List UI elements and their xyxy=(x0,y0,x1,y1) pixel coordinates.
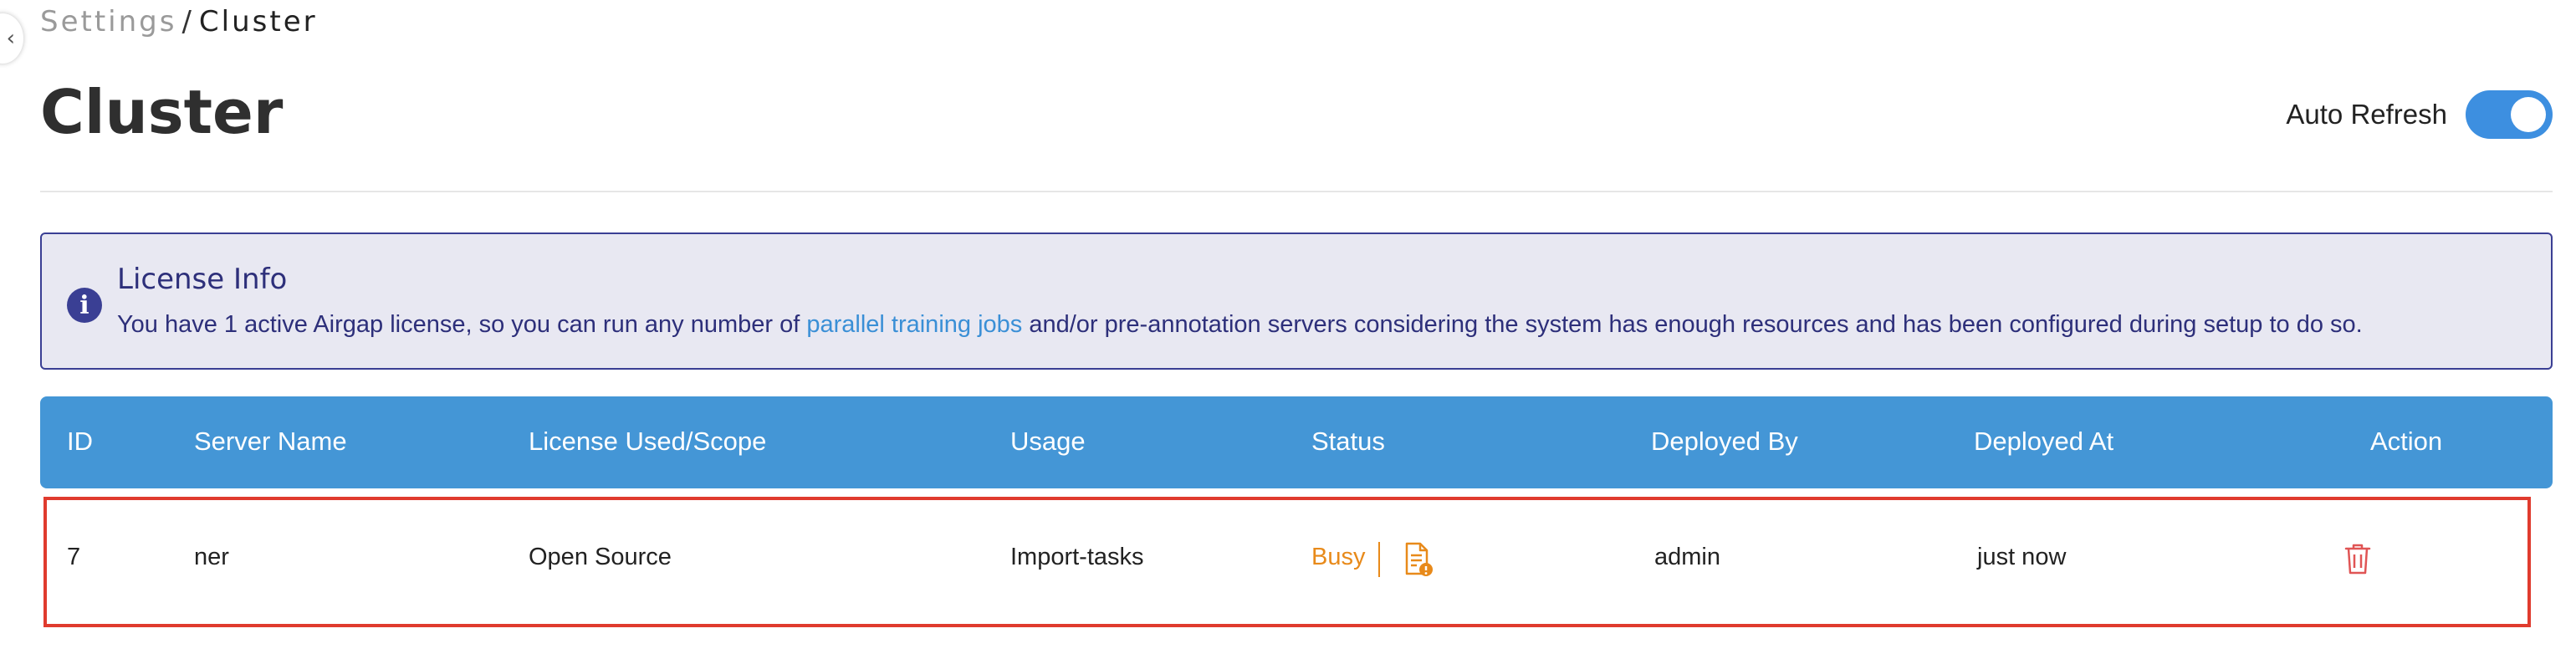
cell-deployed-at: just now xyxy=(1977,544,2067,570)
cell-deployed-by: admin xyxy=(1654,544,1720,570)
license-info-title: License Info xyxy=(117,263,288,296)
auto-refresh-toggle[interactable] xyxy=(2466,90,2553,139)
license-info-text-after: and/or pre-annotation servers considerin… xyxy=(1022,311,2363,338)
info-icon: i xyxy=(67,288,102,323)
header-divider xyxy=(40,191,2553,192)
page-title: Cluster xyxy=(40,77,284,147)
status-badge: Busy xyxy=(1311,544,1366,570)
document-icon[interactable] xyxy=(1403,542,1434,577)
column-header-id: ID xyxy=(67,427,93,456)
toggle-knob xyxy=(2511,97,2546,132)
cell-license: Open Source xyxy=(529,544,672,570)
sidebar-collapse-button[interactable]: ‹ xyxy=(0,13,23,64)
license-info-text-before: You have 1 active Airgap license, so you… xyxy=(117,311,807,338)
column-header-action: Action xyxy=(2370,427,2443,456)
breadcrumb-settings-link[interactable]: Settings xyxy=(40,5,176,38)
column-header-usage: Usage xyxy=(1010,427,1086,456)
breadcrumb-separator: / xyxy=(181,5,194,38)
table-header: ID Server Name License Used/Scope Usage … xyxy=(40,396,2553,488)
column-header-deployed-by: Deployed By xyxy=(1651,427,1798,456)
table-row: 7 ner Open Source Import-tasks Busy admi… xyxy=(43,497,2531,627)
cell-id: 7 xyxy=(67,544,81,570)
cell-server-name: ner xyxy=(194,544,229,570)
column-header-deployed-at: Deployed At xyxy=(1974,427,2114,456)
breadcrumb: Settings / Cluster xyxy=(40,5,318,38)
auto-refresh-control: Auto Refresh xyxy=(2286,90,2553,139)
cell-usage: Import-tasks xyxy=(1010,544,1144,570)
status-separator xyxy=(1378,542,1380,577)
license-info-banner: i License Info You have 1 active Airgap … xyxy=(40,232,2553,370)
column-header-status: Status xyxy=(1311,427,1385,456)
license-info-text: You have 1 active Airgap license, so you… xyxy=(117,311,2363,339)
chevron-left-icon: ‹ xyxy=(6,26,15,51)
breadcrumb-current: Cluster xyxy=(198,5,318,38)
trash-icon[interactable] xyxy=(2343,542,2372,575)
column-header-server-name: Server Name xyxy=(194,427,347,456)
column-header-license: License Used/Scope xyxy=(529,427,767,456)
parallel-training-jobs-link[interactable]: parallel training jobs xyxy=(806,311,1022,338)
auto-refresh-label: Auto Refresh xyxy=(2286,99,2447,130)
